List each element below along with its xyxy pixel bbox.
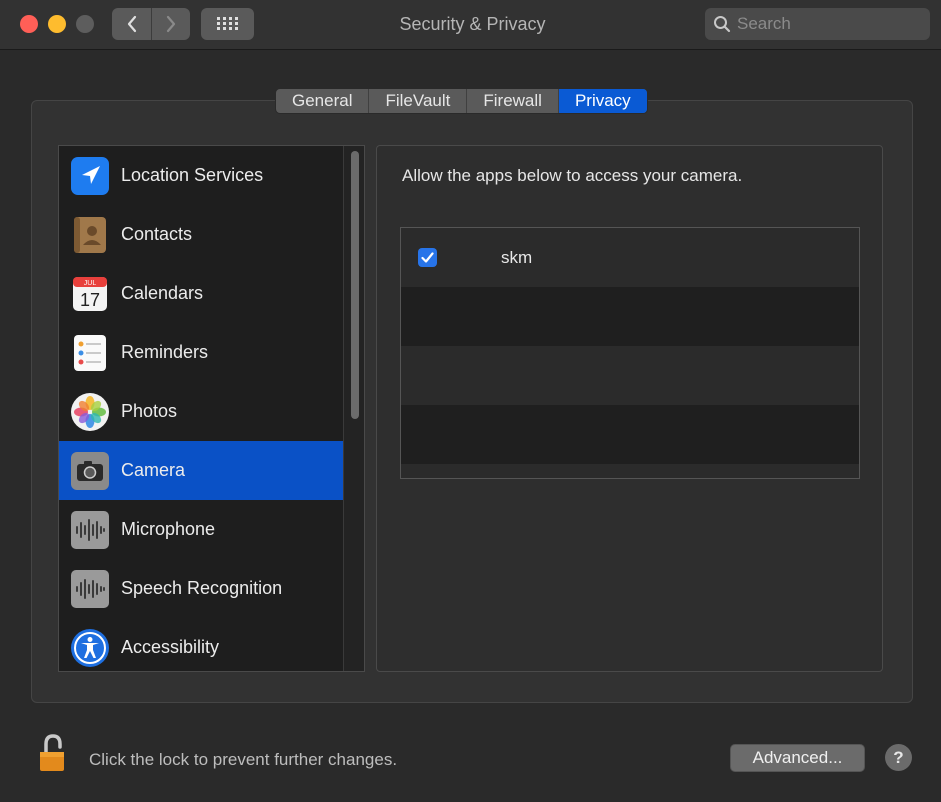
table-row	[401, 346, 859, 405]
chevron-right-icon	[166, 15, 176, 33]
sidebar-item-label: Location Services	[121, 165, 264, 185]
list-scrollbar[interactable]	[343, 146, 364, 671]
tab-filevault[interactable]: FileVault	[369, 89, 468, 113]
close-window-button[interactable]	[20, 15, 38, 33]
sidebar-item-reminders[interactable]: Reminders	[59, 323, 344, 382]
sidebar-item-label: Accessibility	[121, 637, 220, 657]
microphone-waveform-icon	[69, 509, 111, 551]
minimize-window-button[interactable]	[48, 15, 66, 33]
photos-flower-icon	[69, 391, 111, 433]
lock-status-text: Click the lock to prevent further change…	[89, 750, 398, 769]
security-privacy-window: Security & Privacy General FileVault Fir…	[0, 0, 941, 802]
scrollbar-thumb[interactable]	[351, 151, 359, 419]
table-row	[401, 287, 859, 346]
sidebar-item-photos[interactable]: Photos	[59, 382, 344, 441]
accessibility-icon	[69, 627, 111, 669]
sidebar-item-speech-recognition[interactable]: Speech Recognition	[59, 559, 344, 618]
chevron-left-icon	[127, 15, 136, 33]
sidebar-item-label: Photos	[121, 401, 178, 421]
forward-button[interactable]	[151, 8, 190, 40]
tab-privacy[interactable]: Privacy	[558, 89, 647, 113]
tab-general[interactable]: General	[276, 89, 370, 113]
camera-icon	[69, 450, 111, 492]
tab-bar: General FileVault Firewall Privacy	[275, 88, 648, 114]
sidebar-item-microphone[interactable]: Microphone	[59, 500, 344, 559]
search-input[interactable]	[737, 14, 927, 34]
tab-firewall[interactable]: Firewall	[467, 89, 559, 113]
table-row[interactable]: skm	[401, 228, 859, 287]
sidebar-item-label: Reminders	[121, 342, 209, 362]
app-checkbox[interactable]	[418, 248, 437, 267]
privacy-services-list[interactable]: Location Services Contacts JUL 17 Calenda…	[58, 145, 365, 672]
sidebar-item-label: Camera	[121, 460, 186, 480]
grid-icon	[216, 17, 238, 30]
table-row	[401, 405, 859, 464]
contacts-book-icon	[69, 214, 111, 256]
svg-text:JUL: JUL	[84, 280, 97, 287]
location-arrow-icon	[69, 155, 111, 197]
checkmark-icon	[421, 252, 434, 263]
pane-heading: Allow the apps below to access your came…	[402, 166, 743, 185]
window-title: Security & Privacy	[399, 14, 546, 34]
advanced-button[interactable]: Advanced...	[730, 744, 865, 772]
show-all-button[interactable]	[201, 8, 254, 40]
calendar-icon: JUL 17	[69, 273, 111, 315]
svg-text:17: 17	[80, 290, 100, 310]
apps-table[interactable]: skm	[400, 227, 860, 479]
back-button[interactable]	[112, 8, 151, 40]
sidebar-item-label: Contacts	[121, 224, 193, 244]
sidebar-item-label: Speech Recognition	[121, 578, 283, 598]
table-row	[401, 464, 859, 478]
search-icon	[714, 16, 731, 33]
sidebar-item-location-services[interactable]: Location Services	[59, 146, 344, 205]
reminders-list-icon	[69, 332, 111, 374]
sidebar-item-camera[interactable]: Camera	[59, 441, 344, 500]
app-name: skm	[501, 247, 533, 267]
speech-waveform-icon	[69, 568, 111, 610]
unlocked-padlock-icon[interactable]	[38, 733, 70, 773]
navigation-buttons	[112, 8, 190, 40]
zoom-window-button[interactable]	[76, 15, 94, 33]
search-field[interactable]	[705, 8, 930, 40]
sidebar-item-contacts[interactable]: Contacts	[59, 205, 344, 264]
sidebar-item-label: Calendars	[121, 283, 204, 303]
camera-access-pane: Allow the apps below to access your came…	[376, 145, 883, 672]
help-button[interactable]: ?	[885, 744, 912, 771]
title-bar: Security & Privacy	[0, 0, 941, 50]
sidebar-item-label: Microphone	[121, 519, 216, 539]
sidebar-item-accessibility[interactable]: Accessibility	[59, 618, 344, 671]
sidebar-item-calendars[interactable]: JUL 17 Calendars	[59, 264, 344, 323]
